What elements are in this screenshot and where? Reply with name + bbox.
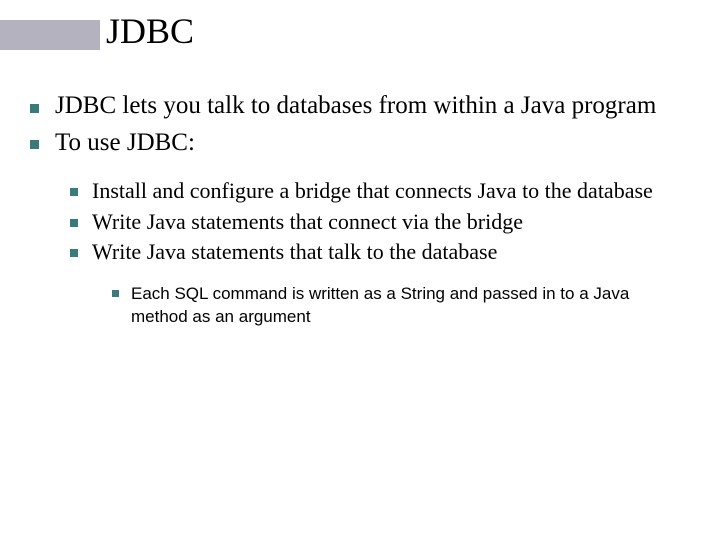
bullet-text: Write Java statements that talk to the d… <box>92 238 690 267</box>
bullet-text: Each SQL command is written as a String … <box>131 283 690 329</box>
list-item: Write Java statements that connect via t… <box>70 208 690 237</box>
slide: JDBC JDBC lets you talk to databases fro… <box>0 0 720 540</box>
sub-sublist: Each SQL command is written as a String … <box>112 283 690 329</box>
bullet-text: Write Java statements that connect via t… <box>92 208 690 237</box>
bullet-text: To use JDBC: <box>55 127 690 160</box>
slide-body: JDBC lets you talk to databases from wit… <box>30 90 690 329</box>
bullet-icon <box>30 104 39 113</box>
list-item: Install and configure a bridge that conn… <box>70 177 690 206</box>
slide-title: JDBC <box>106 10 194 52</box>
sublist: Install and configure a bridge that conn… <box>70 177 690 267</box>
bullet-icon <box>70 219 78 227</box>
bullet-icon <box>70 188 78 196</box>
bullet-icon <box>112 290 119 297</box>
list-item: To use JDBC: <box>30 127 690 160</box>
title-accent-bar <box>0 20 100 50</box>
list-item: JDBC lets you talk to databases from wit… <box>30 90 690 123</box>
bullet-text: Install and configure a bridge that conn… <box>92 177 690 206</box>
list-item: Write Java statements that talk to the d… <box>70 238 690 267</box>
bullet-icon <box>70 249 78 257</box>
bullet-icon <box>30 140 39 149</box>
list-item: Each SQL command is written as a String … <box>112 283 690 329</box>
bullet-text: JDBC lets you talk to databases from wit… <box>55 90 690 123</box>
